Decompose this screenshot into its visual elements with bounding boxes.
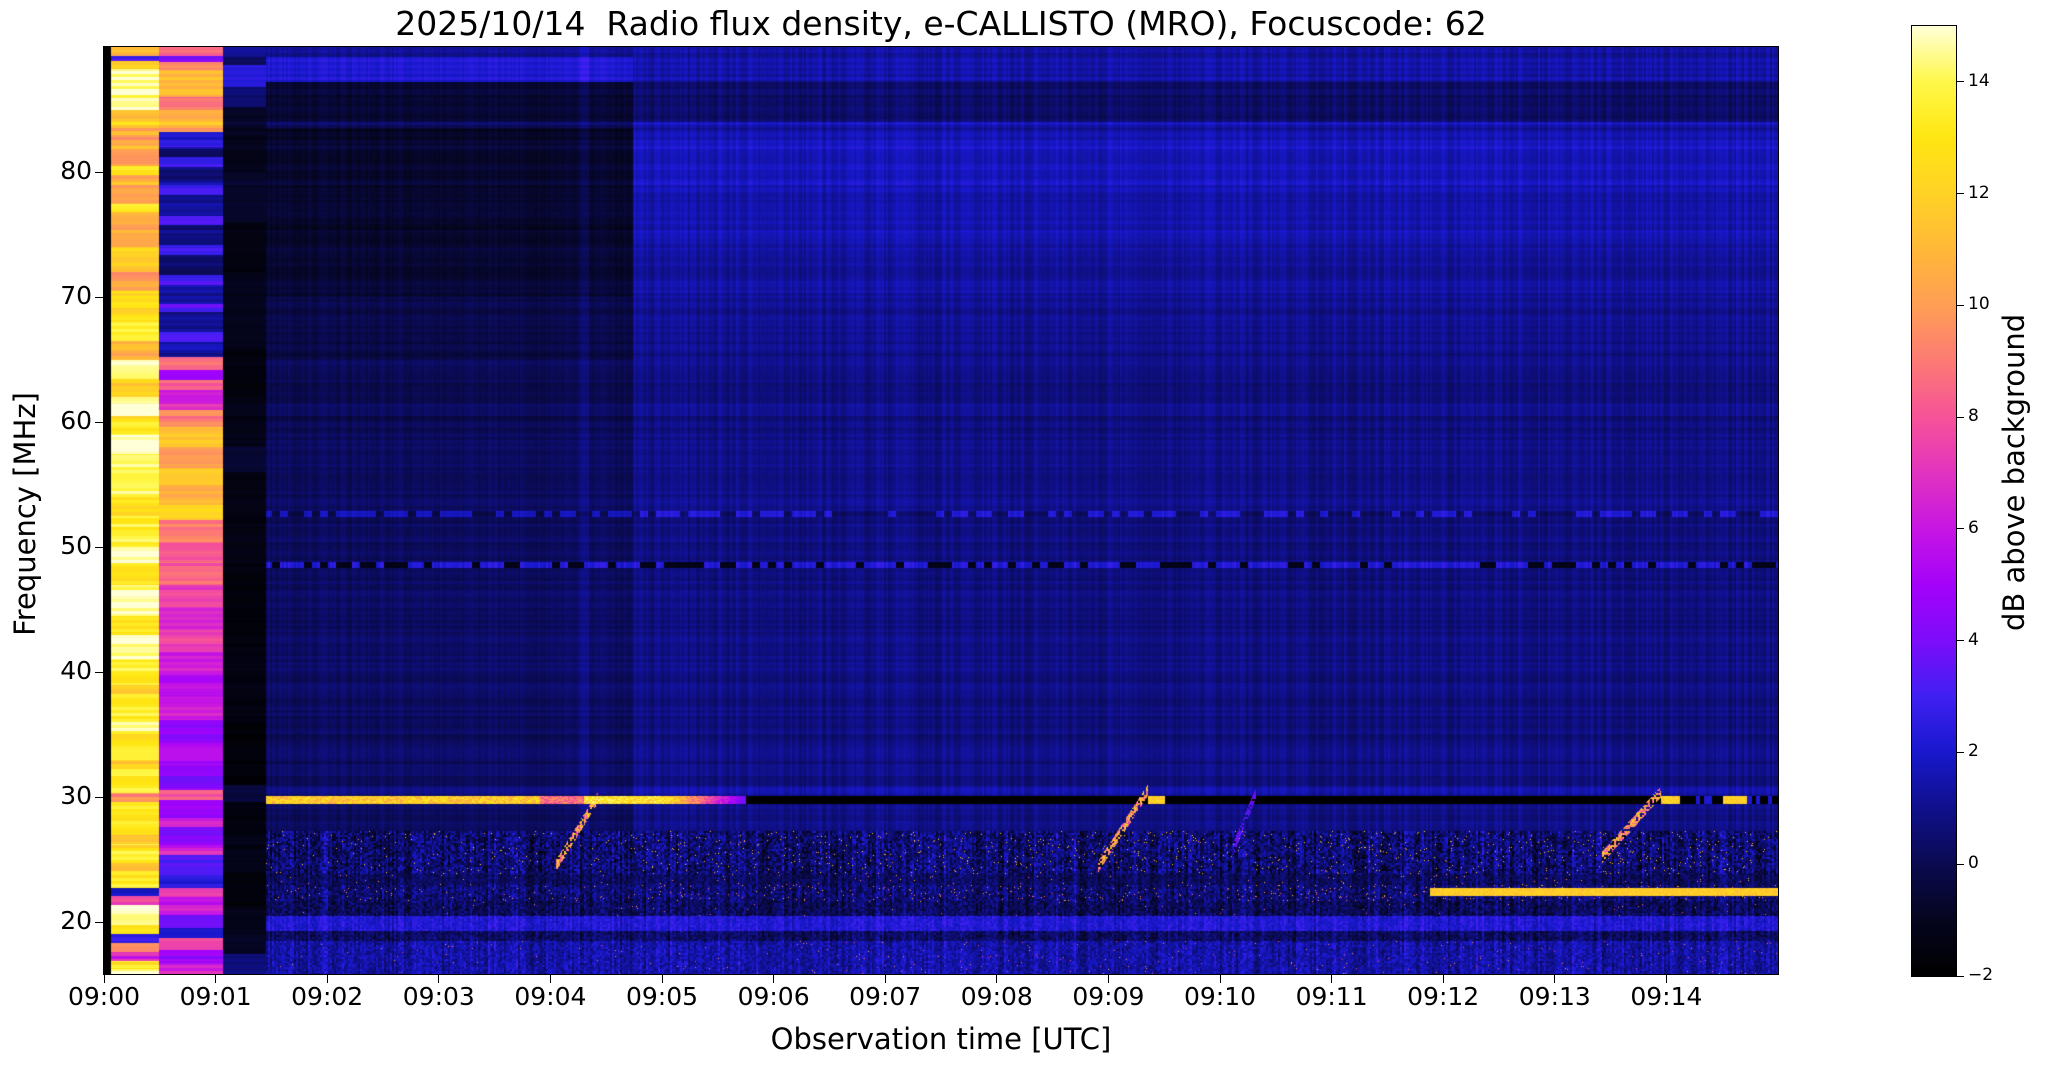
colorbar-tickmark	[1957, 863, 1964, 865]
y-tick-label: 40	[60, 656, 92, 685]
x-tick-label: 09:07	[849, 982, 922, 1011]
chart-title: 2025/10/14 Radio flux density, e-CALLIST…	[395, 4, 1487, 43]
y-tick-label: 30	[60, 781, 92, 810]
x-tick-label: 09:05	[625, 982, 699, 1011]
colorbar-label: dB above background	[1997, 313, 2031, 631]
y-tick-label: 50	[60, 531, 92, 560]
x-tick-label: 09:01	[179, 982, 252, 1011]
colorbar-tickmark	[1957, 528, 1964, 530]
colorbar-tick-label: 0	[1968, 853, 1979, 874]
y-tick-label: 60	[60, 406, 92, 435]
x-axis-label: Observation time [UTC]	[770, 1022, 1112, 1056]
colorbar-tickmark	[1957, 640, 1964, 642]
colorbar	[1911, 25, 1957, 977]
x-tick-label: 09:08	[960, 982, 1033, 1011]
x-tick-label: 09:13	[1518, 982, 1591, 1011]
colorbar-tickmark	[1957, 751, 1964, 753]
spectrogram-figure: 2025/10/14 Radio flux density, e-CALLIST…	[0, 0, 2047, 1067]
colorbar-tick-label: 14	[1968, 70, 1990, 91]
y-tickmark	[95, 421, 103, 423]
colorbar-tickmark	[1957, 193, 1964, 195]
colorbar-tick-label: 2	[1968, 741, 1979, 762]
y-tickmark	[95, 671, 103, 673]
colorbar-tickmark	[1957, 304, 1964, 306]
y-tickmark	[95, 296, 103, 298]
x-tick-label: 09:04	[514, 982, 587, 1011]
y-tickmark	[95, 171, 103, 173]
colorbar-tickmark	[1957, 975, 1964, 977]
colorbar-tickmark	[1957, 81, 1964, 83]
colorbar-tick-label: 6	[1968, 517, 1979, 538]
colorbar-tick-label: 8	[1968, 406, 1979, 427]
x-tick-label: 09:00	[67, 982, 141, 1011]
colorbar-tick-label: 4	[1968, 629, 1979, 650]
x-tick-label: 09:09	[1072, 982, 1145, 1011]
colorbar-tickmark	[1957, 416, 1964, 418]
y-tick-label: 20	[60, 906, 92, 935]
x-tick-label: 09:12	[1407, 982, 1480, 1011]
colorbar-tick-label: 12	[1968, 182, 1990, 203]
x-tick-label: 09:02	[291, 982, 364, 1011]
spectrogram-heatmap	[104, 47, 1778, 974]
colorbar-tick-label: −2	[1968, 965, 1994, 985]
y-tickmark	[95, 796, 103, 798]
colorbar-gradient	[1912, 26, 1956, 976]
x-tick-label: 09:03	[402, 982, 475, 1011]
x-tick-label: 09:11	[1295, 982, 1368, 1011]
plot-area	[103, 46, 1779, 975]
y-tick-label: 70	[60, 281, 92, 310]
y-tick-label: 80	[60, 156, 92, 185]
x-tick-label: 09:10	[1183, 982, 1257, 1011]
x-tick-label: 09:06	[737, 982, 810, 1011]
x-tick-label: 09:14	[1630, 982, 1703, 1011]
y-tickmark	[95, 546, 103, 548]
y-tickmark	[95, 921, 103, 923]
colorbar-tick-label: 10	[1968, 294, 1990, 315]
